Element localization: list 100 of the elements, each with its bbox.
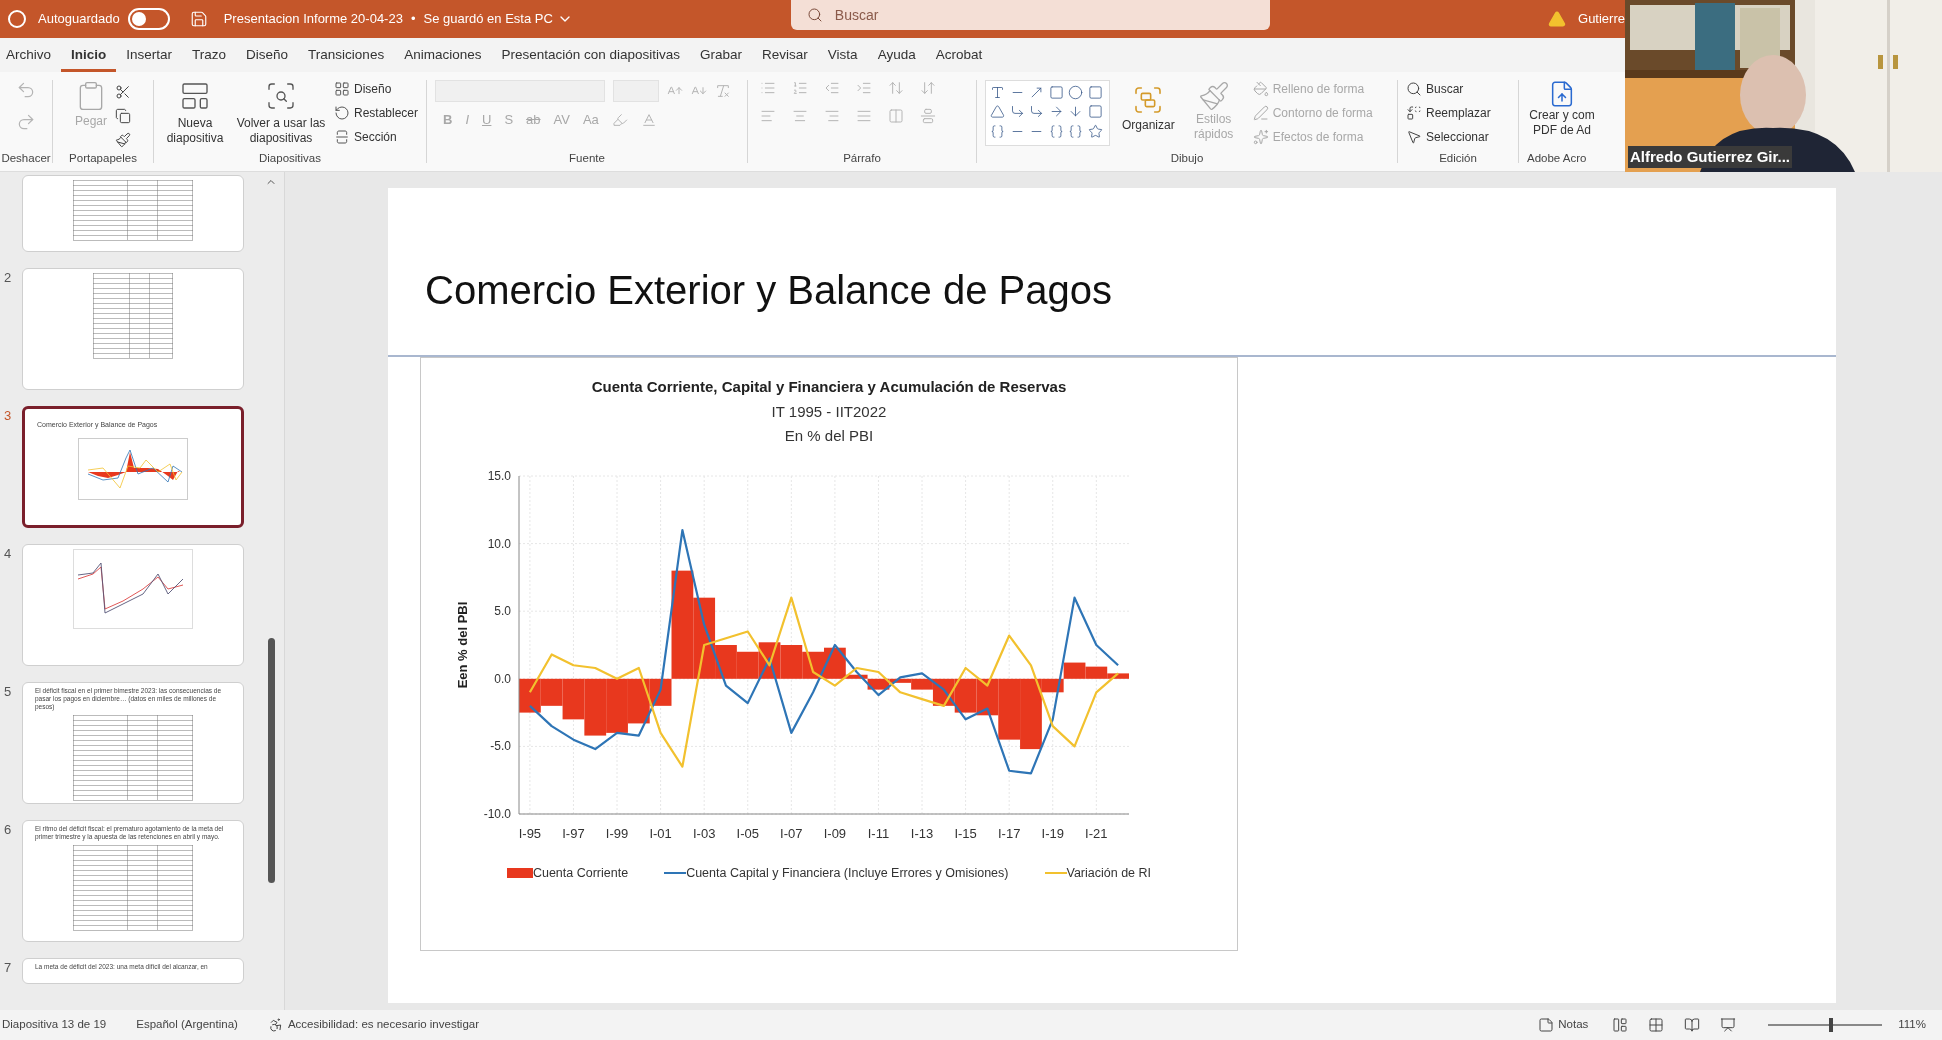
shape-icon[interactable] <box>990 104 1005 120</box>
x-tick-label: I-17 <box>998 825 1021 841</box>
group-label: Dibujo <box>1170 150 1204 166</box>
zoom-slider-thumb[interactable] <box>1828 1018 1833 1032</box>
ribbon-tab[interactable]: Revisar <box>752 42 818 72</box>
create-pdf-button[interactable]: Crear y com PDF de Ad <box>1527 80 1597 138</box>
ribbon-tab[interactable]: Vista <box>817 42 868 72</box>
language-status[interactable]: Español (Argentina) <box>136 1016 238 1034</box>
editing-icon <box>1406 105 1422 121</box>
participant-name: Alfredo Gutierrez Gir... <box>1628 145 1793 168</box>
shape-icon[interactable] <box>990 85 1005 100</box>
y-tick-label: -5.0 <box>490 738 511 753</box>
arrange-button[interactable]: Organizar <box>1122 80 1175 134</box>
cut-icon[interactable] <box>115 84 131 100</box>
legend-label: Cuenta Capital y Financiera (Incluye Errores y Omisiones) <box>686 864 1009 882</box>
ribbon-tab[interactable]: Ayuda <box>867 42 926 72</box>
scrollbar-thumb[interactable] <box>267 638 275 883</box>
legend-line <box>1044 871 1067 874</box>
shape-option-icon <box>1252 129 1269 145</box>
editing-icon <box>1406 129 1422 145</box>
notes-button[interactable]: Notas <box>1558 1016 1589 1034</box>
file-title: Presentacion Informe 20-04-23 <box>223 10 403 29</box>
shape-icon[interactable] <box>1087 123 1103 139</box>
y-tick-label: 0.0 <box>494 671 511 686</box>
slide-number: 4 <box>4 545 13 563</box>
shape-icon[interactable] <box>1048 123 1064 139</box>
slide-option-button[interactable]: Restablecer <box>334 104 418 122</box>
notes-icon[interactable] <box>1538 1017 1555 1033</box>
editing-button[interactable]: Reemplazar <box>1406 104 1510 122</box>
slide-count: Diapositiva 13 de 19 <box>2 1017 107 1033</box>
format-painter-icon[interactable] <box>115 132 131 148</box>
shape-icon[interactable] <box>1068 104 1083 120</box>
slide-option-button[interactable]: Diseño <box>334 80 418 98</box>
slide-option-icon <box>334 105 350 121</box>
sorter-view-icon[interactable] <box>1648 1017 1665 1033</box>
user-name[interactable]: Gutierre <box>1578 9 1625 29</box>
group-label: Edición <box>1439 150 1477 166</box>
slide-title[interactable]: Comercio Exterior y Balance de Pagos <box>425 270 1836 310</box>
editing-button[interactable]: Seleccionar <box>1406 128 1510 146</box>
autosave-toggle[interactable] <box>127 8 170 30</box>
chart-bar <box>780 644 803 679</box>
ribbon-tab[interactable]: Trazo <box>182 42 237 72</box>
slide-thumbnail[interactable] <box>22 544 244 666</box>
zoom-level[interactable]: 111% <box>1898 1016 1926 1034</box>
slideshow-icon[interactable] <box>1720 1017 1737 1033</box>
accessibility-status[interactable]: Accesibilidad: es necesario investigar <box>287 1016 479 1034</box>
x-tick-label: I-13 <box>910 825 934 841</box>
copy-icon[interactable] <box>115 108 131 124</box>
reading-view-icon[interactable] <box>1684 1017 1701 1033</box>
ribbon-tab[interactable]: Insertar <box>116 42 183 72</box>
shape-icon[interactable] <box>1048 104 1064 120</box>
reuse-slides-button[interactable]: Volver a usar las diapositivas <box>236 80 326 146</box>
legend-label: Variación de RI <box>1066 864 1152 882</box>
warning-icon[interactable] <box>1548 10 1567 28</box>
search-input[interactable]: Buscar <box>834 4 1016 26</box>
zoom-slider[interactable] <box>1768 1018 1883 1032</box>
new-slide-button[interactable]: Nueva diapositiva <box>162 80 228 146</box>
chart-bar <box>606 678 628 733</box>
ribbon-tab[interactable]: Acrobat <box>925 42 993 72</box>
undo-icon[interactable] <box>16 80 36 100</box>
x-tick-label: I-05 <box>736 825 759 841</box>
shape-icon[interactable] <box>1068 123 1083 139</box>
shape-option-icon <box>1252 105 1269 121</box>
x-tick-label: I-01 <box>649 825 672 841</box>
app-logo-icon[interactable] <box>8 10 26 28</box>
ribbon-tab[interactable]: Transiciones <box>298 42 395 72</box>
shape-icon[interactable] <box>1009 104 1025 120</box>
x-tick-label: I-03 <box>693 825 716 841</box>
slide-thumbnail[interactable] <box>22 268 244 390</box>
ribbon-tab[interactable]: Animaciones <box>394 42 492 72</box>
slide-option-icon <box>334 81 350 97</box>
slide-thumbnail[interactable] <box>22 175 244 252</box>
shape-icon[interactable] <box>1087 85 1103 100</box>
shape-icon[interactable] <box>1048 85 1064 100</box>
shape-option-icon <box>1252 81 1269 97</box>
ribbon-tab[interactable]: Diseño <box>236 42 299 72</box>
editing-button[interactable]: Buscar <box>1406 80 1510 98</box>
shapes-gallery[interactable] <box>985 80 1110 146</box>
slide-search-icon <box>265 80 297 112</box>
shape-icon[interactable] <box>990 123 1005 139</box>
accessibility-icon[interactable] <box>267 1017 284 1033</box>
slide-option-button[interactable]: Sección <box>334 128 418 146</box>
ribbon-tab[interactable]: Grabar <box>690 42 753 72</box>
search-bar[interactable]: Buscar <box>790 0 1270 30</box>
shape-icon[interactable] <box>1029 85 1044 100</box>
shape-icon[interactable] <box>1087 104 1103 120</box>
group-label: Deshacer <box>1 150 51 166</box>
ribbon-tab[interactable]: Archivo <box>0 42 61 72</box>
separator-dot: • <box>410 10 416 29</box>
shape-icon[interactable] <box>1068 85 1083 100</box>
normal-view-icon[interactable] <box>1612 1017 1629 1033</box>
save-icon[interactable] <box>189 10 208 28</box>
group-label: Párrafo <box>843 150 881 166</box>
x-tick-label: I-15 <box>954 825 977 841</box>
group-label: Diapositivas <box>259 150 321 166</box>
shape-icon[interactable] <box>1029 104 1044 120</box>
y-tick-label: 10.0 <box>487 536 511 551</box>
save-status[interactable]: Se guardó en Esta PC <box>423 9 553 29</box>
redo-icon[interactable] <box>16 112 36 132</box>
ribbon-tab[interactable]: Presentación con diapositivas <box>491 42 691 72</box>
